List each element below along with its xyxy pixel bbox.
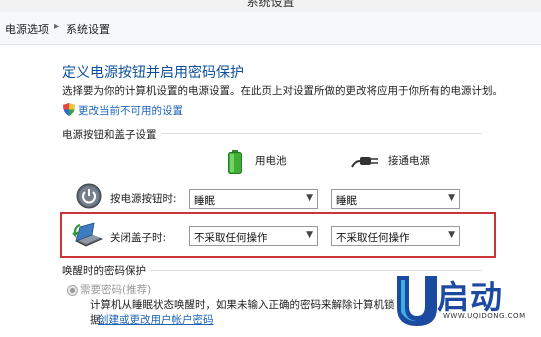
chevron-down-icon: ▼ <box>448 193 455 203</box>
power-button-plugged-value: 睡眠 <box>336 195 357 207</box>
lid-close-plugged-value: 不采取任何操作 <box>336 232 410 244</box>
window-title: 系统设置 <box>246 0 295 9</box>
battery-icon <box>228 150 242 174</box>
section-label-password: 唤醒时的密码保护 <box>62 263 150 278</box>
chevron-down-icon: ▼ <box>448 230 455 240</box>
column-header-plugged-in: 接通电源 <box>388 155 430 167</box>
section-label-power-buttons: 电源按钮和盖子设置 <box>62 127 161 142</box>
lid-close-battery-select[interactable]: 不采取任何操作 ▼ <box>189 226 318 246</box>
change-unavailable-settings-link[interactable]: 更改当前不可用的设置 <box>78 103 183 118</box>
breadcrumb-item-power-options[interactable]: 电源选项 <box>5 21 49 37</box>
power-button-label: 按电源按钮时: <box>110 193 177 205</box>
lid-close-plugged-select[interactable]: 不采取任何操作 ▼ <box>331 226 460 246</box>
require-password-radio[interactable] <box>67 285 78 296</box>
logo-url: WWW.UQIDONG.COM <box>443 312 526 320</box>
breadcrumb-item-system-settings[interactable]: 系统设置 <box>66 21 110 37</box>
page-title: 定义电源按钮并启用密码保护 <box>62 65 244 81</box>
password-explanation-line1: 计算机从睡眠状态唤醒时，如果未输入正确的密码来解除计算机锁 <box>90 299 395 311</box>
create-change-password-link[interactable]: 创建或更改用户帐户密码 <box>98 312 214 327</box>
window-titlebar: 系统设置 <box>0 0 541 12</box>
plug-icon <box>351 157 378 168</box>
chevron-down-icon: ▼ <box>306 193 313 203</box>
power-button-battery-select[interactable]: 睡眠 ▼ <box>189 189 318 209</box>
chevron-right-icon: ▸ <box>54 21 60 32</box>
breadcrumb: 电源选项 ▸ 系统设置 <box>0 12 541 45</box>
column-header-battery: 用电池 <box>255 155 287 167</box>
page-description: 选择要为你的计算机设置的电源设置。在此页上对设置所做的更改将应用于你所有的电源计… <box>62 85 503 97</box>
power-button-plugged-select[interactable]: 睡眠 ▼ <box>331 189 460 209</box>
chevron-down-icon: ▼ <box>306 230 313 240</box>
laptop-lid-icon <box>72 222 104 247</box>
power-button-icon <box>76 183 102 209</box>
power-button-battery-value: 睡眠 <box>194 195 215 207</box>
uqidong-logo: 启动 WWW.UQIDONG.COM <box>385 270 541 330</box>
logo-u-mark <box>397 276 437 326</box>
require-password-label: 需要密码(推荐) <box>80 284 152 296</box>
shield-icon <box>63 103 75 116</box>
lid-close-label: 关闭盖子时: <box>110 232 167 244</box>
lid-close-battery-value: 不采取任何操作 <box>194 232 268 244</box>
